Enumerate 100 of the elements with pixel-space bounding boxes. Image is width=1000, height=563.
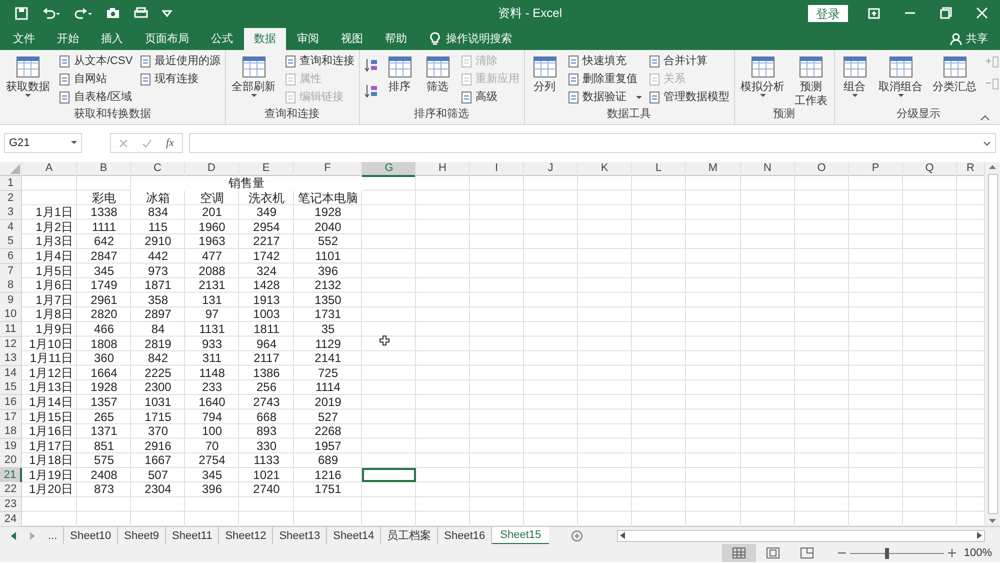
- ribbon-button[interactable]: 删除重复值: [566, 72, 642, 87]
- row-header[interactable]: 5: [0, 234, 22, 250]
- sign-in-button[interactable]: 登录: [808, 4, 848, 22]
- scroll-down-icon[interactable]: [989, 519, 996, 524]
- row-header[interactable]: 14: [0, 366, 22, 381]
- ribbon-tab[interactable]: 插入: [90, 28, 134, 50]
- row-header[interactable]: 15: [0, 380, 22, 396]
- sheet-tab[interactable]: Sheet15: [492, 526, 550, 545]
- ribbon-button[interactable]: 合并计算: [648, 54, 730, 69]
- column-header[interactable]: K: [578, 162, 632, 177]
- scroll-up-icon[interactable]: [989, 164, 996, 169]
- add-sheet-icon[interactable]: [571, 530, 584, 542]
- row-header[interactable]: 16: [0, 394, 22, 410]
- row-header[interactable]: 9: [0, 292, 22, 308]
- table-icon[interactable]: [240, 54, 268, 80]
- table-icon[interactable]: [424, 54, 452, 80]
- ribbon-tab[interactable]: 数据: [244, 28, 286, 50]
- table-icon[interactable]: [940, 54, 969, 80]
- ribbon-tab[interactable]: 视图: [330, 28, 374, 50]
- ribbon-button[interactable]: 排序: [384, 54, 416, 94]
- ribbon-tab[interactable]: 开始: [46, 28, 90, 50]
- ribbon-tab[interactable]: 公式: [200, 28, 244, 50]
- slider-thumb[interactable]: [885, 548, 890, 559]
- customize-icon[interactable]: [162, 9, 172, 17]
- row-header[interactable]: 10: [0, 307, 22, 322]
- ribbon-button[interactable]: 分类汇总: [930, 54, 979, 94]
- column-header[interactable]: G: [362, 162, 416, 177]
- save-icon[interactable]: [15, 6, 28, 20]
- ribbon-button[interactable]: 现有连接: [138, 72, 221, 87]
- previous-sheet-icon[interactable]: [10, 532, 16, 540]
- vertical-scrollbar[interactable]: [985, 162, 1000, 526]
- zoom-level[interactable]: 100%: [964, 545, 992, 562]
- ribbon-button[interactable]: 自网站: [58, 72, 133, 87]
- ribbon-button[interactable]: 筛选: [422, 54, 454, 94]
- table-icon[interactable]: [840, 54, 869, 80]
- ribbon-button[interactable]: 查询和连接: [284, 54, 355, 69]
- column-header[interactable]: Q: [903, 162, 957, 177]
- column-header[interactable]: I: [470, 162, 524, 177]
- row-header[interactable]: 20: [0, 453, 22, 468]
- column-header[interactable]: L: [632, 162, 686, 177]
- row-header[interactable]: 12: [0, 336, 22, 352]
- ribbon-button[interactable]: 预测 工作表: [792, 54, 830, 108]
- row-header[interactable]: 4: [0, 220, 22, 235]
- column-header[interactable]: O: [795, 162, 849, 177]
- column-header[interactable]: M: [686, 162, 741, 177]
- restore-icon[interactable]: [940, 7, 952, 19]
- row-header[interactable]: 23: [0, 497, 22, 512]
- camera-icon[interactable]: [106, 7, 120, 19]
- row-header[interactable]: 1: [0, 176, 22, 191]
- formula-input[interactable]: [188, 133, 996, 153]
- row-header[interactable]: 6: [0, 248, 22, 264]
- collapse-ribbon-icon[interactable]: [980, 115, 990, 121]
- insert-function-button[interactable]: fx: [166, 134, 174, 152]
- ribbon-tab[interactable]: 帮助: [374, 28, 418, 50]
- ribbon-button[interactable]: 模拟分析: [738, 54, 787, 98]
- redo-icon[interactable]: [74, 6, 92, 20]
- zoom-in-icon[interactable]: [948, 549, 956, 558]
- table-icon[interactable]: [14, 54, 42, 80]
- row-header[interactable]: 19: [0, 438, 22, 454]
- ribbon-button[interactable]: 最近使用的源: [138, 54, 221, 69]
- printer-icon[interactable]: [134, 7, 148, 19]
- ribbon-display-icon[interactable]: [868, 8, 880, 18]
- scroll-right-icon[interactable]: [977, 532, 982, 540]
- table-icon[interactable]: [748, 54, 777, 80]
- close-icon[interactable]: [976, 7, 988, 19]
- ribbon-button[interactable]: 高级: [460, 90, 520, 105]
- ribbon-button[interactable]: 数据验证: [566, 90, 642, 105]
- row-header[interactable]: 2: [0, 190, 22, 206]
- undo-icon[interactable]: [42, 6, 60, 20]
- scrollbar-thumb[interactable]: [988, 174, 998, 514]
- ribbon-button[interactable]: 管理数据模型: [648, 90, 730, 105]
- column-header[interactable]: P: [849, 162, 903, 177]
- ribbon-button[interactable]: 组合: [838, 54, 871, 98]
- zoom-slider[interactable]: [850, 548, 944, 559]
- ribbon-button[interactable]: 自表格/区域: [58, 90, 133, 105]
- table-icon[interactable]: [530, 54, 559, 80]
- table-icon[interactable]: [886, 54, 915, 80]
- row-header[interactable]: 13: [0, 351, 22, 366]
- table-icon[interactable]: [386, 54, 414, 80]
- row-header[interactable]: 8: [0, 278, 22, 294]
- ribbon-tab[interactable]: 页面布局: [134, 28, 200, 50]
- selected-cell[interactable]: [362, 468, 416, 482]
- column-header[interactable]: A: [22, 162, 77, 177]
- ribbon-button[interactable]: 全部刷新: [230, 54, 278, 98]
- column-header[interactable]: B: [77, 162, 131, 177]
- row-header[interactable]: 22: [0, 482, 22, 498]
- column-header[interactable]: N: [741, 162, 795, 177]
- row-header[interactable]: 3: [0, 205, 22, 220]
- ribbon-tab[interactable]: 文件: [2, 28, 46, 50]
- column-header[interactable]: J: [524, 162, 578, 177]
- ribbon-button[interactable]: 从文本/CSV: [58, 54, 133, 69]
- ribbon-button[interactable]: 取消组合: [876, 54, 925, 98]
- row-header[interactable]: 17: [0, 410, 22, 424]
- row-header[interactable]: 24: [0, 512, 22, 527]
- name-box[interactable]: G21: [4, 133, 82, 153]
- sort-descending-icon[interactable]: [364, 84, 378, 98]
- view-button[interactable]: [722, 544, 756, 562]
- horizontal-scrollbar[interactable]: [617, 530, 985, 542]
- row-header[interactable]: 7: [0, 264, 22, 279]
- row-header[interactable]: 18: [0, 424, 22, 440]
